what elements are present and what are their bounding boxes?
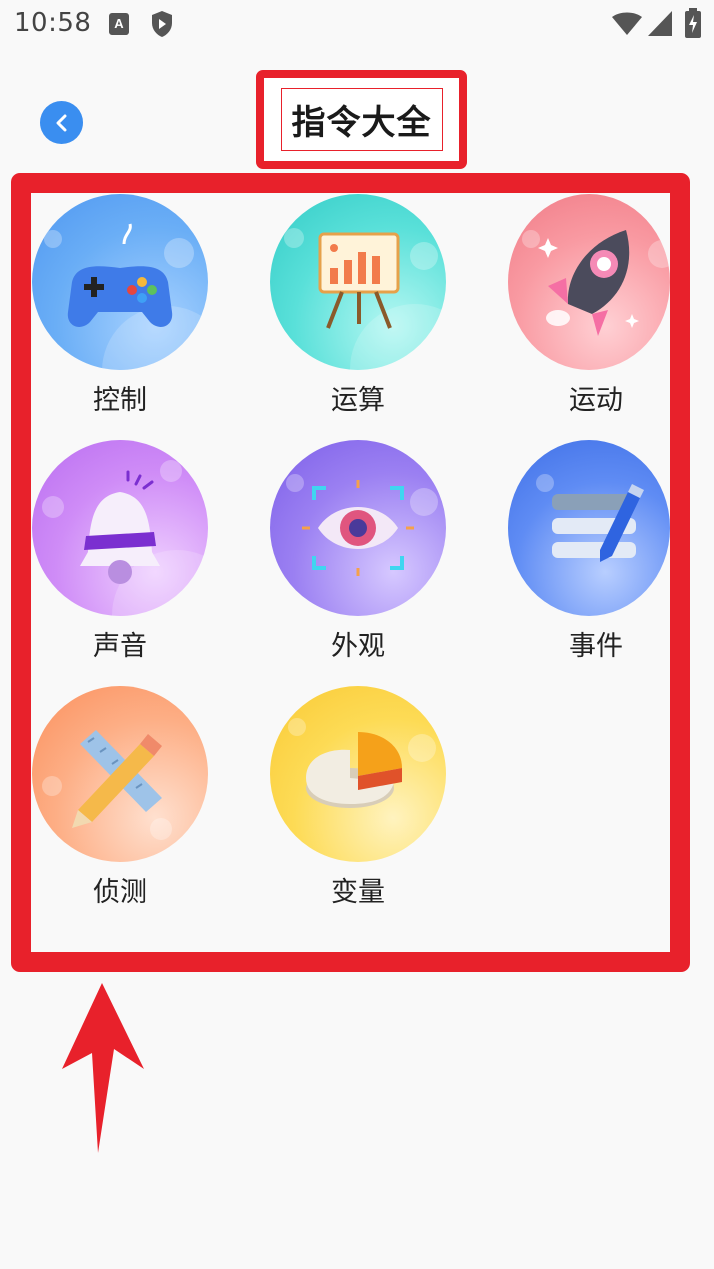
shield-icon	[152, 11, 172, 37]
svg-text:A: A	[114, 16, 124, 31]
status-bar: 10:58 A	[0, 0, 714, 48]
a-notification-icon: A	[109, 13, 129, 35]
page-title-frame: 指令大全	[280, 88, 443, 151]
signal-icon	[648, 11, 672, 36]
status-time: 10:58	[14, 8, 92, 38]
page-title: 指令大全	[291, 103, 432, 143]
back-button[interactable]	[40, 101, 83, 144]
battery-charging-icon	[685, 8, 701, 38]
up-arrow-icon	[62, 983, 144, 1153]
wifi-icon	[612, 12, 642, 35]
page-title-container: 指令大全	[256, 70, 467, 169]
highlight-frame	[11, 173, 690, 972]
chevron-left-icon	[56, 114, 66, 131]
